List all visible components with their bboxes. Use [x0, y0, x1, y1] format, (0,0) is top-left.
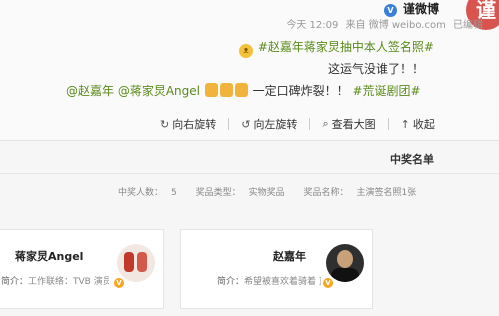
winner-desc-label: 简介：: [217, 277, 245, 287]
prize-name: 奖品名称： 主演签名照1张: [304, 188, 425, 198]
prize-name-value: 主演签名照1张: [356, 188, 417, 198]
view-large-label: 查看大图: [331, 118, 376, 131]
prize-type-label: 奖品类型：: [195, 188, 241, 198]
post-line-3: @赵嘉年 @蒋家炅Angel 一定口碑炸裂！！ #荒诞剧团#: [66, 82, 421, 100]
rotate-right-icon: ↻: [160, 117, 170, 131]
post-username[interactable]: 谨微博: [403, 0, 439, 18]
winner-desc: 简介：工作联络：TVB 演员...: [1, 274, 109, 287]
winner-card[interactable]: 蒋家炅Angel 简介：工作联络：TVB 演员... V: [0, 229, 164, 309]
winner-count-value: 5: [171, 188, 177, 198]
arrow-up-icon: ↑: [400, 117, 410, 131]
winners-title: 中奖名单: [390, 153, 434, 166]
winner-name[interactable]: 赵嘉年: [273, 248, 306, 264]
rotate-right-label: 向右旋转: [172, 118, 217, 131]
post-time: 今天 12:09: [286, 20, 339, 31]
divider: [309, 118, 311, 130]
collapse-button[interactable]: ↑ 收起: [401, 116, 435, 132]
winner-desc-label: 简介：: [1, 277, 29, 287]
dog-face-emoji-icon: ᴥ: [239, 44, 253, 58]
thumbs-up-icon: [219, 83, 233, 97]
prize-name-label: 奖品名称：: [303, 188, 349, 198]
winner-name[interactable]: 蒋家炅Angel: [15, 248, 83, 264]
rotate-left-icon: ↺: [241, 117, 251, 131]
topic-link-drama[interactable]: #荒诞剧团#: [352, 84, 420, 98]
post-line-2: 这运气没谁了！！: [328, 62, 425, 76]
post-edited-status: 已编辑: [453, 20, 483, 31]
prize-info: 中奖人数： 5 奖品类型： 实物奖品 奖品名称： 主演签名照1张: [118, 185, 432, 198]
lottery-winners-panel: 中奖名单 中奖人数： 5 奖品类型： 实物奖品 奖品名称： 主演签名照1张 蒋家炅An…: [0, 140, 499, 316]
magnifier-icon: ⌕: [322, 117, 329, 130]
rotate-right-button[interactable]: ↻ 向右旋转: [160, 116, 216, 132]
divider: [0, 173, 499, 174]
verified-v-icon: V: [384, 4, 397, 17]
yellow-v-badge-icon: V: [322, 277, 334, 289]
view-large-button[interactable]: ⌕ 查看大图: [322, 116, 375, 132]
winner-count: 中奖人数： 5: [118, 188, 185, 198]
rotate-left-button[interactable]: ↺ 向左旋转: [241, 116, 297, 132]
weibo-post: 谨 V 谨微博 今天 12:09 来自 微博 weibo.com 已编辑 ᴥ #…: [0, 0, 499, 140]
winner-desc: 简介：希望被喜欢着骑着 直...: [217, 274, 321, 287]
rotate-left-label: 向左旋转: [253, 118, 298, 131]
winner-desc-text: 工作联络：TVB 演员...: [28, 277, 109, 287]
collapse-label: 收起: [412, 118, 435, 131]
thumbs-up-icon: [204, 83, 218, 97]
prize-type-value: 实物奖品: [248, 188, 285, 198]
post-source[interactable]: 来自 微博 weibo.com: [346, 20, 446, 31]
winner-avatar[interactable]: [326, 244, 364, 282]
mention-links[interactable]: @赵嘉年 @蒋家炅Angel: [66, 84, 200, 98]
topic-link-photo[interactable]: #赵嘉年蒋家炅抽中本人签名照#: [258, 40, 434, 54]
post-line-1: ᴥ #赵嘉年蒋家炅抽中本人签名照#: [238, 38, 434, 58]
divider: [387, 118, 389, 130]
thumbs-up-icon: [234, 83, 248, 97]
image-actions-bar: ↻ 向右旋转 ↺ 向左旋转 ⌕ 查看大图 ↑ 收起: [160, 112, 447, 136]
yellow-v-badge-icon: V: [113, 277, 125, 289]
winner-count-label: 中奖人数：: [118, 188, 164, 198]
winner-card[interactable]: 赵嘉年 简介：希望被喜欢着骑着 直... V: [180, 229, 373, 309]
post-meta: 今天 12:09 来自 微博 weibo.com 已编辑: [282, 17, 483, 35]
prize-type: 奖品类型： 实物奖品: [196, 188, 293, 198]
winner-desc-text: 希望被喜欢着骑着 直...: [244, 277, 321, 287]
winner-avatar[interactable]: [117, 244, 155, 282]
post-line-3-text: 一定口碑炸裂！！: [252, 84, 349, 98]
divider: [228, 118, 230, 130]
